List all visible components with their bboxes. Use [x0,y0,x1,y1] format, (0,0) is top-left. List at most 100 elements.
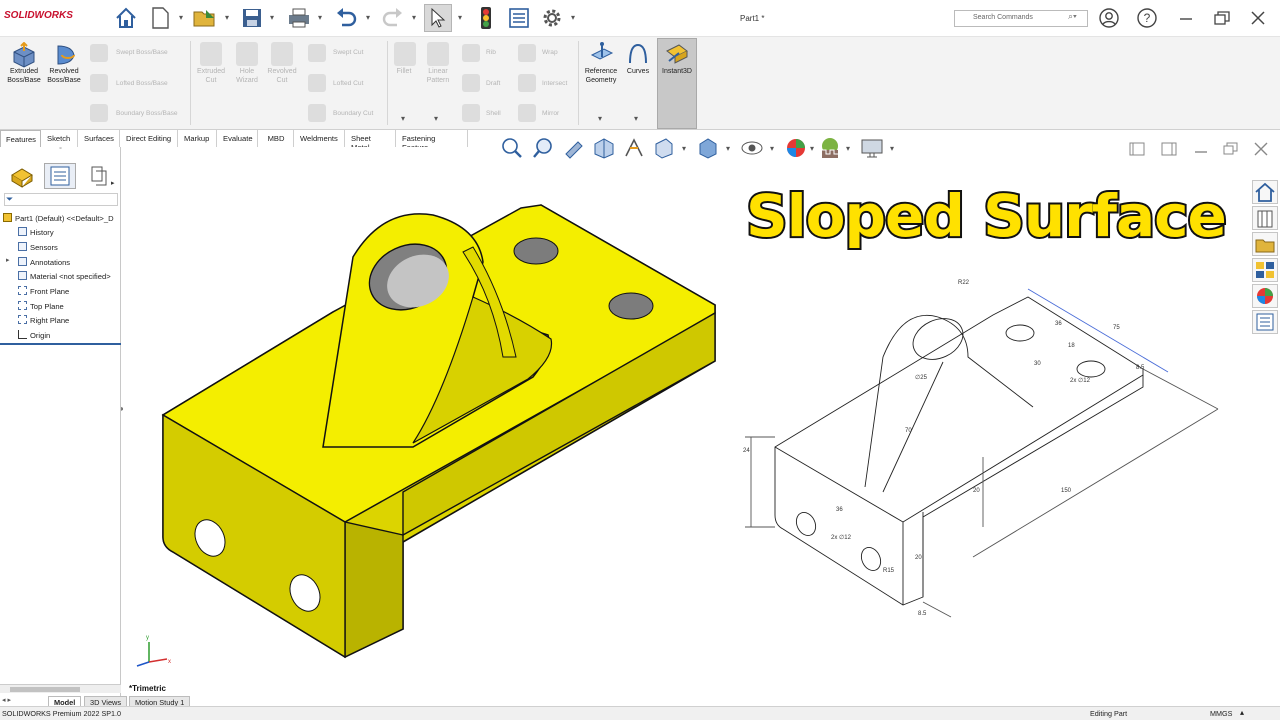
display-style-icon[interactable] [696,136,720,160]
curves-button[interactable]: Curves [622,68,654,77]
minimize-window-icon[interactable] [1172,6,1200,30]
tree-item-history[interactable]: History [18,227,54,237]
tab-markup[interactable]: Markup [179,130,217,147]
save-icon[interactable] [238,4,266,32]
chevron-down-icon[interactable]: ▾ [810,145,818,153]
filter-funnel-icon[interactable]: ⏷ [6,194,13,205]
tab-sheet-metal[interactable]: Sheet Metal [346,130,396,152]
instant3d-icon[interactable] [665,43,689,65]
tab-direct-editing[interactable]: Direct Editing [121,130,178,147]
extruded-boss-button[interactable]: Extruded Boss/Base [2,68,46,85]
tree-item-top-plane[interactable]: Top Plane [18,301,64,311]
tree-item-origin[interactable]: Origin [18,330,50,340]
restore-window-icon[interactable] [1208,6,1236,30]
tree-item-sensors[interactable]: Sensors [18,242,58,252]
tree-item-material[interactable]: Material <not specified> [18,271,111,281]
open-folder-icon[interactable] [191,4,219,32]
curves-icon[interactable] [626,41,650,67]
lofted-boss-icon [90,74,108,92]
file-explorer-icon[interactable] [1252,232,1278,256]
tab-scroll-arrow-icon[interactable]: ▸ [111,179,115,187]
chevron-down-icon[interactable]: ▾ [318,14,326,22]
expand-arrow-icon[interactable]: ▸ [6,256,10,264]
revolved-boss-button[interactable]: Revolved Boss/Base [42,68,86,85]
chevron-down-icon[interactable]: ▾ [846,145,854,153]
chevron-down-icon[interactable]: ▾ [598,115,606,123]
tab-nav-arrows-icon[interactable]: ◂ ▸ [2,696,11,704]
chevron-down-icon[interactable]: ▾ [890,145,898,153]
chevron-down-icon[interactable]: ▾ [634,115,642,123]
tree-item-annotations[interactable]: Annotations [18,257,70,267]
edit-appearance-icon[interactable] [784,136,808,160]
print-icon[interactable] [285,4,313,32]
tab-fastening-feature[interactable]: Fastening Feature [397,130,468,152]
home-icon[interactable] [112,4,140,32]
chevron-down-icon[interactable]: ▾ [434,115,442,123]
chevron-down-icon[interactable]: ▾ [225,14,233,22]
configuration-manager-tab-icon[interactable] [88,163,110,189]
chevron-down-icon[interactable]: ▾ [412,14,420,22]
view-orientation-icon[interactable] [652,136,676,160]
rebuild-traffic-light-icon[interactable] [472,4,500,32]
chevron-down-icon[interactable]: ▾ [770,145,778,153]
tree-root-part[interactable]: Part1 (Default) <<Default>_D [3,213,114,223]
panel-collapse-handle[interactable]: ° [0,147,121,161]
zoom-to-area-icon[interactable] [532,136,556,160]
viewport-single-view-icon[interactable] [1128,141,1146,157]
view-settings-monitor-icon[interactable] [860,136,884,160]
options-gear-icon[interactable] [538,4,566,32]
instant3d-button[interactable]: Instant3D [657,68,697,77]
solidworks-resources-home-icon[interactable] [1252,180,1278,204]
custom-properties-icon[interactable] [1252,310,1278,334]
status-units-chevron-icon[interactable]: ▴ [1240,708,1244,717]
zoom-to-fit-icon[interactable] [500,136,524,160]
revolved-boss-icon[interactable] [52,42,80,68]
chevron-down-icon[interactable]: ▾ [726,145,734,153]
section-view-icon[interactable] [592,136,616,160]
new-document-icon[interactable] [146,4,174,32]
undo-icon[interactable] [332,4,360,32]
viewport-restore-icon[interactable] [1222,141,1240,157]
view-palette-icon[interactable] [1252,258,1278,282]
chevron-down-icon[interactable]: ▾ [179,14,187,22]
viewport-tile-icon[interactable] [1160,141,1178,157]
apply-scene-icon[interactable] [818,136,842,160]
panel-horizontal-scrollbar[interactable] [0,684,121,693]
chevron-down-icon[interactable]: ▾ [682,145,690,153]
extruded-boss-icon[interactable] [10,41,38,68]
help-icon[interactable]: ? [1133,6,1161,30]
chevron-down-icon[interactable]: ▾ [270,14,278,22]
status-units[interactable]: MMGS [1210,709,1232,718]
tree-item-front-plane[interactable]: Front Plane [18,286,69,296]
rollback-bar[interactable] [0,343,121,345]
previous-view-icon[interactable] [562,136,586,160]
close-window-icon[interactable] [1244,6,1272,30]
tab-mbd[interactable]: MBD [259,130,294,147]
reference-geometry-button[interactable]: Reference Geometry [580,68,622,85]
chevron-down-icon[interactable]: ▾ [401,115,409,123]
chevron-down-icon[interactable]: ▾ [571,14,579,22]
appearances-scenes-icon[interactable] [1252,284,1278,308]
tab-features[interactable]: Features [0,130,41,147]
viewport-minimize-icon[interactable] [1192,141,1210,157]
feature-manager-tab-icon[interactable] [8,163,36,189]
tab-evaluate[interactable]: Evaluate [218,130,258,147]
reference-geometry-icon[interactable] [590,41,614,67]
user-account-icon[interactable] [1095,6,1123,30]
viewport-close-icon[interactable] [1252,141,1270,157]
tab-weldments[interactable]: Weldments [295,130,345,147]
tree-item-right-plane[interactable]: Right Plane [18,315,69,325]
chevron-down-icon[interactable]: ▾ [458,14,466,22]
design-library-icon[interactable] [1252,206,1278,230]
property-manager-tab-icon[interactable] [44,163,76,189]
3d-model-bracket[interactable] [161,204,716,659]
select-pointer-icon[interactable] [424,4,452,32]
tab-sketch[interactable]: Sketch [42,130,78,147]
dynamic-annotation-icon[interactable] [622,136,646,160]
search-icon[interactable]: ⌕▾ [1068,11,1077,22]
chevron-down-icon[interactable]: ▾ [366,14,374,22]
hide-show-items-icon[interactable] [740,136,764,160]
tree-filter-input[interactable] [4,193,118,206]
tab-surfaces[interactable]: Surfaces [79,130,120,147]
file-properties-icon[interactable] [505,4,533,32]
